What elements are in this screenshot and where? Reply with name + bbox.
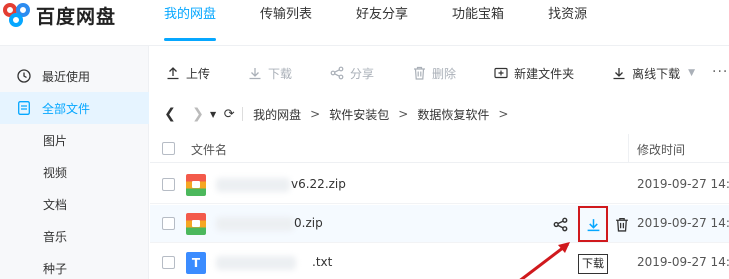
tab-my-disk[interactable]: 我的网盘 — [160, 0, 220, 46]
sidebar-item-videos[interactable]: 视频 — [0, 156, 149, 188]
row-checkbox[interactable] — [162, 178, 175, 191]
top-nav: 我的网盘 传输列表 好友分享 功能宝箱 找资源 — [160, 0, 627, 46]
download-icon — [587, 218, 599, 231]
row-checkbox[interactable] — [162, 217, 175, 230]
more-options-button[interactable]: ··· — [712, 64, 728, 80]
sidebar-item-documents[interactable]: 文档 — [0, 188, 149, 220]
toolbar: 上传 下载 分享 删除 新建文件夹 离线下载 ▼ — [150, 57, 717, 89]
new-folder-icon — [494, 66, 508, 80]
download-tooltip: 下载 — [578, 254, 608, 274]
upload-button[interactable]: 上传 — [166, 57, 210, 89]
download-icon — [248, 66, 262, 80]
top-header: 百度网盘 我的网盘 传输列表 好友分享 功能宝箱 找资源 — [0, 0, 729, 46]
sidebar-item-label: 全部文件 — [42, 101, 91, 116]
column-header-modified[interactable]: 修改时间 — [637, 141, 685, 158]
breadcrumb-item[interactable]: 数据恢复软件 — [417, 106, 489, 123]
upload-label: 上传 — [186, 66, 211, 81]
breadcrumb-divider — [242, 107, 244, 121]
txt-file-icon: T — [186, 252, 206, 274]
offline-download-button[interactable]: 离线下载 ▼ — [612, 57, 695, 89]
breadcrumb-separator: > — [310, 107, 321, 121]
new-folder-label: 新建文件夹 — [514, 66, 575, 81]
tab-find-resources[interactable]: 找资源 — [544, 0, 591, 46]
file-modified-time: 2019-09-27 14:3 — [637, 216, 729, 230]
offline-download-label: 离线下载 — [632, 66, 681, 81]
file-modified-time: 2019-09-27 14:3 — [637, 177, 729, 191]
tab-friend-share[interactable]: 好友分享 — [352, 0, 412, 46]
breadcrumb: ❮ ❯ ▼ ⟳ 我的网盘 > 软件安装包 > 数据恢复软件 > — [150, 98, 517, 130]
select-all-checkbox[interactable] — [162, 142, 175, 155]
download-label: 下载 — [268, 66, 293, 81]
sidebar-item-label: 视频 — [43, 165, 68, 180]
refresh-icon[interactable]: ⟳ — [222, 107, 236, 122]
sidebar-item-torrents[interactable]: 种子 — [0, 252, 149, 279]
file-icon — [16, 100, 32, 116]
breadcrumb-item[interactable]: 软件安装包 — [329, 106, 389, 123]
breadcrumb-separator: > — [498, 107, 509, 121]
zip-file-icon — [186, 174, 206, 196]
file-name[interactable]: 0.zip — [294, 216, 323, 230]
sidebar-item-label: 图片 — [43, 133, 68, 148]
tab-transfer-list[interactable]: 传输列表 — [256, 0, 316, 46]
trash-icon — [412, 66, 426, 80]
sidebar-item-label: 音乐 — [43, 229, 68, 244]
share-label: 分享 — [350, 66, 375, 81]
clock-icon — [16, 68, 32, 84]
sidebar-item-music[interactable]: 音乐 — [0, 220, 149, 252]
upload-icon — [166, 66, 180, 80]
download-button[interactable]: 下载 — [248, 57, 292, 89]
row-checkbox[interactable] — [162, 256, 175, 269]
new-folder-button[interactable]: 新建文件夹 — [494, 57, 574, 89]
breadcrumb-item[interactable]: 我的网盘 — [253, 106, 301, 123]
back-arrow-icon[interactable]: ❮ — [160, 106, 180, 122]
chevron-down-icon[interactable]: ▼ — [688, 68, 695, 78]
history-dropdown-icon[interactable]: ▼ — [210, 110, 216, 119]
tab-toolbox[interactable]: 功能宝箱 — [448, 0, 508, 46]
forward-arrow-icon[interactable]: ❯ — [188, 106, 208, 122]
sidebar-item-images[interactable]: 图片 — [0, 124, 149, 156]
baidu-cloud-logo-icon — [0, 0, 34, 30]
logo-text: 百度网盘 — [36, 5, 117, 28]
share-button[interactable]: 分享 — [330, 57, 374, 89]
app-logo[interactable]: 百度网盘 — [0, 0, 116, 30]
sidebar: 最近使用 全部文件 图片 视频 文档 音乐 种子 — [0, 46, 149, 279]
column-header-name[interactable]: 文件名 — [191, 141, 227, 158]
file-name[interactable]: v6.22.zip — [291, 177, 346, 191]
delete-label: 删除 — [432, 66, 457, 81]
sidebar-item-label: 文档 — [43, 197, 68, 212]
file-name[interactable]: .txt — [312, 255, 332, 269]
breadcrumb-separator: > — [398, 107, 409, 121]
zip-file-icon — [186, 213, 206, 235]
sidebar-item-recent[interactable]: 最近使用 — [0, 60, 149, 92]
sidebar-item-all-files[interactable]: 全部文件 — [0, 92, 149, 124]
annotation-arrow — [519, 242, 570, 279]
share-icon — [330, 66, 344, 80]
offline-download-icon — [612, 66, 626, 80]
sidebar-item-label: 种子 — [43, 261, 68, 276]
table-row[interactable]: T .txt 2019-09-27 14:3 — [150, 244, 729, 279]
sidebar-item-label: 最近使用 — [42, 69, 91, 84]
share-icon[interactable] — [548, 212, 572, 236]
file-table-header: 文件名 修改时间 — [150, 134, 729, 163]
trash-icon[interactable] — [610, 212, 634, 236]
delete-button[interactable]: 删除 — [412, 57, 456, 89]
blurred-filename — [216, 178, 290, 192]
file-modified-time: 2019-09-27 14:3 — [637, 255, 729, 269]
blurred-filename — [216, 256, 296, 270]
table-row[interactable]: v6.22.zip 2019-09-27 14:3 — [150, 166, 729, 204]
blurred-filename — [216, 217, 294, 231]
table-row[interactable]: 0.zip 2019-09-27 14:3 — [150, 205, 729, 243]
column-divider — [628, 134, 629, 162]
